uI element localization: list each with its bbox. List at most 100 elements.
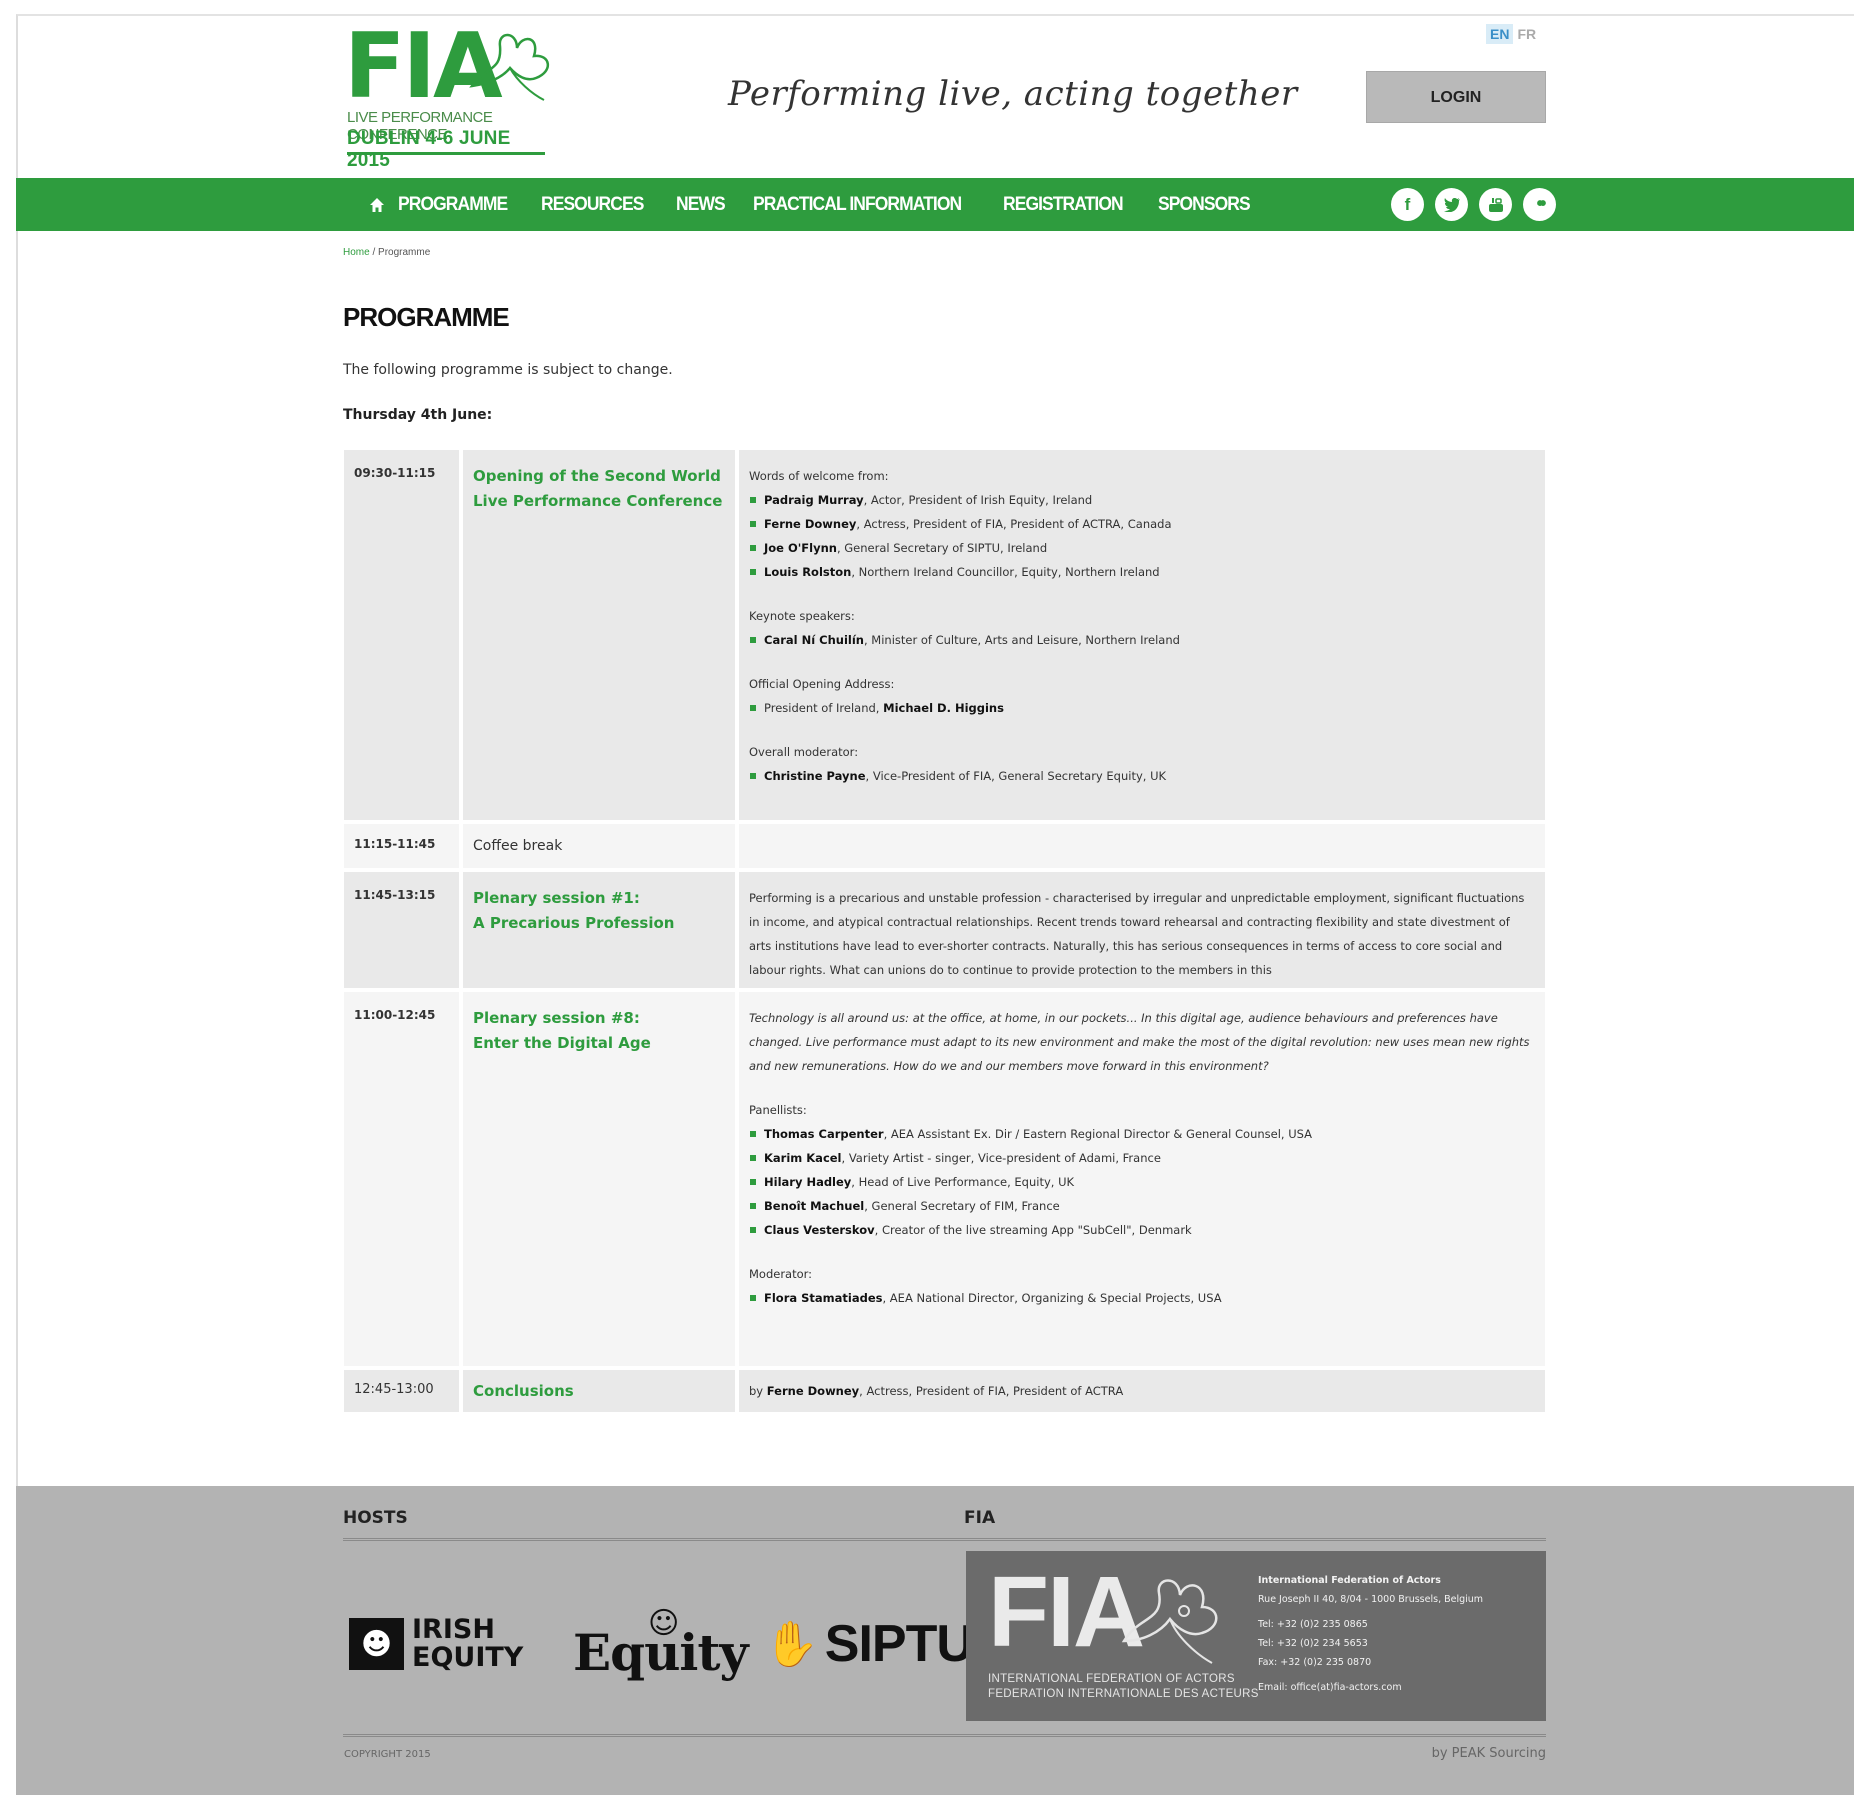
- credits-link[interactable]: by PEAK Sourcing: [1432, 1746, 1546, 1761]
- session-description: Words of welcome from: Padraig Murray, A…: [739, 450, 1545, 820]
- lang-fr[interactable]: FR: [1513, 24, 1540, 44]
- twitter-icon[interactable]: [1435, 188, 1468, 221]
- contact-address: Rue Joseph II 40, 8/04 - 1000 Brussels, …: [1258, 1594, 1484, 1605]
- main-nav: PROGRAMME RESOURCES NEWS PRACTICAL INFOR…: [16, 178, 1854, 231]
- keynote-list: Caral Ní Chuilín, Minister of Culture, A…: [749, 628, 1535, 652]
- moderator-list: Flora Stamatiades, AEA National Director…: [749, 1286, 1535, 1310]
- fia-logo-line1: INTERNATIONAL FEDERATION OF ACTORS: [988, 1673, 1235, 1685]
- breadcrumb-home-link[interactable]: Home: [343, 247, 370, 258]
- list-item: Benoît Machuel, General Secretary of FIM…: [749, 1194, 1535, 1218]
- session-time: 11:00-12:45: [344, 992, 463, 1366]
- footer-divider: [343, 1734, 1546, 1737]
- language-switcher: EN FR: [1486, 24, 1540, 44]
- breadcrumb: Home / Programme: [343, 247, 430, 258]
- panellists-label: Panellists:: [749, 1103, 807, 1117]
- nav-item-news[interactable]: NEWS: [676, 194, 726, 216]
- footer: HOSTS FIA ☻ IRISH EQUITY Equity ☺ ✋ SIPT…: [16, 1486, 1854, 1795]
- page-title: PROGRAMME: [343, 302, 510, 332]
- session-description-text: Performing is a precarious and unstable …: [749, 891, 1525, 977]
- list-item: Hilary Hadley, Head of Live Performance,…: [749, 1170, 1535, 1194]
- session-title[interactable]: Opening of the Second World Live Perform…: [463, 450, 739, 820]
- facebook-icon[interactable]: f: [1391, 188, 1424, 221]
- session-description: Performing is a precarious and unstable …: [739, 872, 1545, 988]
- table-row: 09:30-11:15 Opening of the Second World …: [344, 450, 1545, 824]
- welcome-list: Padraig Murray, Actor, President of Iris…: [749, 488, 1535, 584]
- footer-divider: [343, 1538, 1546, 1541]
- irish-equity-logo[interactable]: ☻ IRISH EQUITY: [349, 1616, 523, 1672]
- fia-contact-details: International Federation of Actors Rue J…: [1258, 1571, 1483, 1697]
- conference-logo[interactable]: FIA LIVE PERFORMANCE CONFERENCE DUBLIN 4…: [344, 22, 554, 171]
- theatre-masks-icon: ☻: [349, 1618, 404, 1670]
- list-item: Louis Rolston, Northern Ireland Councill…: [749, 560, 1535, 584]
- list-item: Caral Ní Chuilín, Minister of Culture, A…: [749, 628, 1535, 652]
- nav-item-programme[interactable]: PROGRAMME: [398, 194, 508, 216]
- nav-items: PROGRAMME RESOURCES NEWS PRACTICAL INFOR…: [351, 178, 1281, 231]
- welcome-label: Words of welcome from:: [749, 469, 889, 483]
- nav-item-resources[interactable]: RESOURCES: [541, 194, 644, 216]
- breadcrumb-separator: /: [369, 247, 379, 258]
- fia-mask-swirl-icon: [1121, 1579, 1218, 1664]
- shamrock-swirl-icon: [469, 33, 549, 101]
- table-row: 11:45-13:15 Plenary session #1: A Precar…: [344, 872, 1545, 992]
- list-item: President of Ireland, Michael D. Higgins: [749, 696, 1535, 720]
- login-button[interactable]: LOGIN: [1366, 71, 1546, 123]
- list-item: Joe O'Flynn, General Secretary of SIPTU,…: [749, 536, 1535, 560]
- moderator-label: Overall moderator:: [749, 745, 859, 759]
- theatre-masks-icon: ☺: [648, 1606, 680, 1641]
- moderator-list: Christine Payne, Vice-President of FIA, …: [749, 764, 1535, 788]
- contact-fax: Fax: +32 (0)2 235 0870: [1258, 1657, 1372, 1668]
- nav-item-registration[interactable]: REGISTRATION: [1003, 194, 1124, 216]
- session-time: 09:30-11:15: [344, 450, 463, 820]
- panellists-list: Thomas Carpenter, AEA Assistant Ex. Dir …: [749, 1122, 1535, 1242]
- social-links: f ••: [1391, 188, 1556, 221]
- intro-text: The following programme is subject to ch…: [343, 362, 673, 378]
- list-item: Ferne Downey, Actress, President of FIA,…: [749, 512, 1535, 536]
- opening-list: President of Ireland, Michael D. Higgins: [749, 696, 1535, 720]
- session-title: Coffee break: [463, 824, 739, 868]
- breadcrumb-current: Programme: [378, 247, 431, 258]
- contact-tel1: Tel: +32 (0)2 235 0865: [1258, 1619, 1368, 1630]
- contact-email[interactable]: Email: office(at)fia-actors.com: [1258, 1678, 1483, 1697]
- list-item: Karim Kacel, Variety Artist - singer, Vi…: [749, 1146, 1535, 1170]
- table-row: 12:45-13:00 Conclusions by Ferne Downey,…: [344, 1370, 1545, 1416]
- copyright: COPYRIGHT 2015: [344, 1749, 431, 1760]
- contact-name: International Federation of Actors: [1258, 1575, 1441, 1586]
- fia-logo-line2: FEDERATION INTERNATIONALE DES ACTEURS: [988, 1688, 1259, 1700]
- hand-icon: ✋: [764, 1619, 819, 1670]
- table-row: 11:00-12:45 Plenary session #8: Enter th…: [344, 992, 1545, 1370]
- siptu-wordmark: SIPTU: [824, 1615, 974, 1673]
- session-title-line2: A Precarious Profession: [473, 914, 675, 932]
- list-item: Padraig Murray, Actor, President of Iris…: [749, 488, 1535, 512]
- lang-en[interactable]: EN: [1486, 24, 1514, 44]
- session-description: by Ferne Downey, Actress, President of F…: [749, 1384, 1124, 1398]
- opening-label: Official Opening Address:: [749, 677, 895, 691]
- fia-heading: FIA: [964, 1508, 996, 1528]
- flickr-icon[interactable]: ••: [1523, 188, 1556, 221]
- session-title[interactable]: Conclusions: [463, 1370, 739, 1412]
- session-time: 12:45-13:00: [344, 1370, 463, 1412]
- home-icon[interactable]: [366, 194, 388, 216]
- programme-table: 09:30-11:15 Opening of the Second World …: [344, 450, 1545, 1416]
- session-title-line1: Plenary session #8:: [473, 1009, 640, 1027]
- list-item: Flora Stamatiades, AEA National Director…: [749, 1286, 1535, 1310]
- youtube-icon[interactable]: [1479, 188, 1512, 221]
- fia-contact-box: FIA INTERNATIONAL FEDERATION OF ACTORS F…: [966, 1551, 1546, 1721]
- list-item: Claus Vesterskov, Creator of the live st…: [749, 1218, 1535, 1242]
- tagline: Performing live, acting together: [728, 74, 1298, 114]
- nav-item-sponsors[interactable]: SPONSORS: [1158, 194, 1251, 216]
- session-description: [739, 824, 1545, 868]
- session-description-text: Technology is all around us: at the offi…: [749, 1011, 1530, 1073]
- irish-equity-wordmark: IRISH EQUITY: [412, 1614, 524, 1673]
- table-row: 11:15-11:45 Coffee break: [344, 824, 1545, 872]
- list-item: Christine Payne, Vice-President of FIA, …: [749, 764, 1535, 788]
- logo-underline: [347, 152, 545, 155]
- session-description: Technology is all around us: at the offi…: [739, 992, 1545, 1366]
- session-title[interactable]: Plenary session #1: A Precarious Profess…: [463, 872, 739, 988]
- nav-item-practical-information[interactable]: PRACTICAL INFORMATION: [753, 194, 962, 216]
- logo-dates: DUBLIN 4-6 JUNE 2015: [347, 128, 511, 171]
- list-item: Thomas Carpenter, AEA Assistant Ex. Dir …: [749, 1122, 1535, 1146]
- session-title[interactable]: Plenary session #8: Enter the Digital Ag…: [463, 992, 739, 1366]
- session-title-line1: Plenary session #1:: [473, 889, 640, 907]
- siptu-logo[interactable]: ✋ SIPTU: [764, 1614, 974, 1674]
- session-time: 11:15-11:45: [344, 824, 463, 868]
